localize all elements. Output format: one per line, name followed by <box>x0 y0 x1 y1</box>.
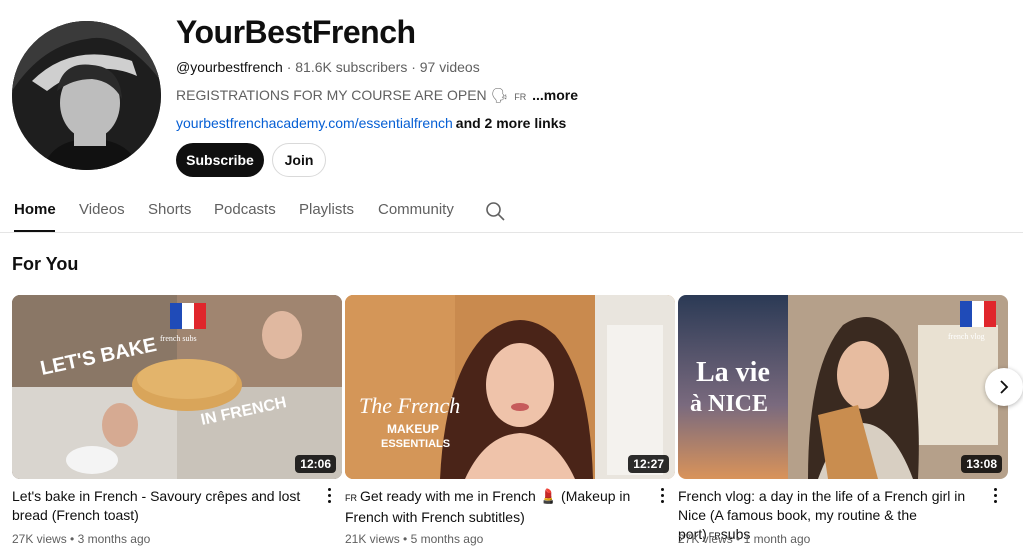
channel-name: YourBestFrench <box>176 14 416 50</box>
video-duration: 12:27 <box>628 455 669 473</box>
subscribe-button[interactable]: Subscribe <box>176 143 264 177</box>
description-text: REGISTRATIONS FOR MY COURSE ARE OPEN 🗣 <box>176 87 509 103</box>
channel-tabs: Home Videos Shorts Podcasts Playlists Co… <box>0 195 1023 233</box>
video-views: 21K views <box>345 532 400 546</box>
description-flag: FR <box>514 92 527 102</box>
more-vert-icon[interactable] <box>657 485 667 505</box>
thumb-tag: french vlog <box>948 332 985 341</box>
thumbnail-image: La vie à NICE french vlog <box>678 295 1008 479</box>
channel-avatar[interactable] <box>12 21 161 170</box>
carousel-next-button[interactable] <box>985 368 1023 406</box>
description-more-link[interactable]: ...more <box>532 87 578 103</box>
channel-meta: @yourbestfrench · 81.6K subscribers · 97… <box>176 59 480 75</box>
section-title: For You <box>12 254 79 274</box>
video-thumbnail[interactable]: LET'S BAKE IN FRENCH french subs 12:06 <box>12 295 342 479</box>
fr-badge: FR <box>345 493 357 503</box>
video-title-text: Let's bake in French - Savoury crêpes an… <box>12 488 301 523</box>
tab-community[interactable]: Community <box>378 201 454 218</box>
video-thumbnail[interactable]: The French MAKEUP ESSENTIALS 12:27 <box>345 295 675 479</box>
join-button[interactable]: Join <box>272 143 326 177</box>
video-thumbnail[interactable]: La vie à NICE french vlog 13:08 <box>678 295 1008 479</box>
video-title[interactable]: Let's bake in French - Savoury crêpes an… <box>12 487 310 525</box>
thumbnail-image: LET'S BAKE IN FRENCH french subs <box>12 295 342 479</box>
video-duration: 13:08 <box>961 455 1002 473</box>
thumb-tag: french subs <box>160 334 197 343</box>
search-icon[interactable] <box>485 201 505 221</box>
channel-description[interactable]: REGISTRATIONS FOR MY COURSE ARE OPEN 🗣 F… <box>176 87 578 104</box>
thumb-text-1: The French <box>359 393 460 418</box>
video-card[interactable]: The French MAKEUP ESSENTIALS 12:27 FR Get… <box>345 295 675 546</box>
video-age: 5 months ago <box>410 532 484 546</box>
active-tab-indicator <box>14 230 55 232</box>
thumb-text-3: ESSENTIALS <box>381 438 450 450</box>
more-vert-icon[interactable] <box>990 485 1000 505</box>
channel-stats: · 81.6K subscribers · 97 videos <box>282 59 480 75</box>
tab-podcasts[interactable]: Podcasts <box>214 201 276 218</box>
video-meta: 27K views • 3 months ago <box>12 532 151 546</box>
chevron-right-icon <box>1000 380 1009 394</box>
channel-links: yourbestfrenchacademy.com/essentialfrenc… <box>176 115 566 131</box>
channel-link[interactable]: yourbestfrenchacademy.com/essentialfrenc… <box>176 115 453 131</box>
video-meta: 21K views • 5 months ago <box>345 532 484 546</box>
tab-playlists[interactable]: Playlists <box>299 201 354 218</box>
thumb-text-2: à NICE <box>690 391 768 417</box>
video-card[interactable]: La vie à NICE french vlog 13:08 French v… <box>678 295 1008 546</box>
more-vert-icon[interactable] <box>324 485 334 505</box>
tab-shorts[interactable]: Shorts <box>148 201 191 218</box>
thumb-text-1: La vie <box>696 357 770 388</box>
video-duration: 12:06 <box>295 455 336 473</box>
channel-handle: @yourbestfrench <box>176 59 283 75</box>
video-card[interactable]: LET'S BAKE IN FRENCH french subs 12:06 L… <box>12 295 342 546</box>
more-links[interactable]: and 2 more links <box>456 115 566 131</box>
thumbnail-image: The French MAKEUP ESSENTIALS <box>345 295 675 479</box>
video-meta: 27K views • 1 month ago <box>678 532 811 546</box>
video-age: 3 months ago <box>77 532 151 546</box>
avatar-image <box>12 21 161 170</box>
tab-videos[interactable]: Videos <box>79 201 125 218</box>
video-views: 27K views <box>12 532 67 546</box>
video-age: 1 month ago <box>743 532 811 546</box>
thumb-text-2: MAKEUP <box>387 422 439 436</box>
video-title-text: Get ready with me in French 💄 (Makeup in… <box>345 488 631 525</box>
tab-home[interactable]: Home <box>14 201 56 218</box>
video-views: 27K views <box>678 532 733 546</box>
video-title[interactable]: FR Get ready with me in French 💄 (Makeup … <box>345 487 643 527</box>
